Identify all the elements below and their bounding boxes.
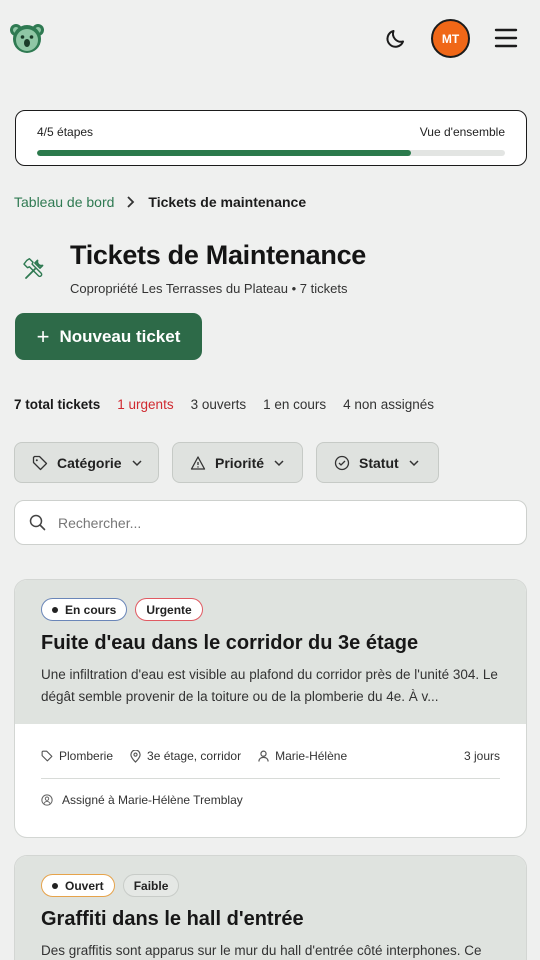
category-filter-button[interactable]: Catégorie	[14, 442, 159, 483]
chevron-right-icon	[127, 196, 135, 208]
overview-link[interactable]: Vue d'ensemble	[420, 125, 505, 139]
user-circle-icon	[41, 794, 53, 806]
avatar[interactable]: MT	[431, 19, 470, 58]
ticket-age: 3 jours	[463, 749, 500, 763]
top-bar: MT	[0, 0, 540, 78]
ticket-card[interactable]: Ouvert Faible Graffiti dans le hall d'en…	[14, 855, 527, 960]
ticket-card-header: Ouvert Faible Graffiti dans le hall d'en…	[15, 856, 526, 960]
ticket-card[interactable]: En cours Urgente Fuite d'eau dans le cor…	[14, 579, 527, 838]
progress-bar	[37, 150, 505, 156]
stat-open: 3 ouverts	[190, 397, 247, 412]
new-ticket-label: Nouveau ticket	[59, 326, 181, 346]
stat-unassigned: 4 non assignés	[343, 397, 434, 412]
stat-urgent: 1 urgents	[117, 397, 174, 412]
page-title: Tickets de Maintenance	[70, 240, 367, 270]
stat-total: 7 total tickets	[14, 397, 101, 412]
new-ticket-button[interactable]: + Nouveau ticket	[15, 313, 202, 360]
status-filter-label: Statut	[359, 454, 399, 471]
tag-icon	[41, 750, 53, 762]
search-icon	[29, 514, 46, 531]
status-filter-button[interactable]: Statut	[316, 442, 439, 483]
ticket-card-body: Plomberie 3e étage, corridor Marie-Hélèn…	[15, 724, 526, 821]
search-bar	[14, 500, 527, 545]
ticket-stats: 7 total tickets 1 urgents 3 ouverts 1 en…	[14, 397, 434, 412]
breadcrumb-dashboard-link[interactable]: Tableau de bord	[14, 194, 114, 210]
ticket-meta: Plomberie 3e étage, corridor Marie-Hélèn…	[41, 746, 500, 766]
priority-badge: Faible	[122, 874, 180, 897]
priority-filter-label: Priorité	[215, 454, 265, 471]
ticket-category: Plomberie	[41, 749, 113, 763]
ticket-location: 3e étage, corridor	[130, 749, 241, 763]
onboarding-progress-card[interactable]: 4/5 étapes Vue d'ensemble	[15, 110, 527, 166]
tools-icon	[23, 257, 44, 279]
ticket-title: Fuite d'eau dans le corridor du 3e étage	[41, 632, 419, 654]
check-circle-icon	[334, 455, 350, 470]
stat-in-progress: 1 en cours	[263, 397, 327, 412]
ticket-card-header: En cours Urgente Fuite d'eau dans le cor…	[15, 580, 526, 724]
chevron-down-icon	[409, 459, 419, 466]
map-pin-icon	[130, 749, 141, 763]
progress-bar-fill	[37, 150, 412, 156]
ticket-description: Une infiltration d'eau est visible au pl…	[41, 667, 498, 704]
hamburger-menu-icon[interactable]	[494, 27, 518, 49]
warning-triangle-icon	[190, 455, 206, 470]
priority-filter-button[interactable]: Priorité	[172, 442, 303, 483]
page-subtitle: Copropriété Les Terrasses du Plateau • 7…	[70, 281, 348, 296]
koala-logo-icon[interactable]	[10, 21, 44, 55]
search-input[interactable]	[58, 514, 498, 531]
ticket-description: Des graffitis sont apparus sur le mur du…	[41, 943, 482, 958]
chevron-down-icon	[132, 459, 142, 466]
plus-icon: +	[36, 323, 50, 349]
tag-icon	[32, 455, 48, 470]
progress-steps-label: 4/5 étapes	[37, 125, 94, 139]
ticket-reporter: Marie-Hélène	[258, 749, 347, 763]
category-filter-label: Catégorie	[57, 454, 122, 471]
status-badge: En cours	[41, 598, 128, 621]
chevron-down-icon	[274, 459, 284, 466]
priority-badge: Urgente	[135, 598, 203, 621]
breadcrumb: Tableau de bord Tickets de maintenance	[14, 194, 306, 210]
user-icon	[258, 750, 269, 762]
ticket-title: Graffiti dans le hall d'entrée	[41, 908, 304, 930]
breadcrumb-current: Tickets de maintenance	[148, 194, 307, 210]
status-badge: Ouvert	[41, 874, 115, 897]
moon-icon[interactable]	[384, 26, 408, 50]
ticket-assignee: Assigné à Marie-Hélène Tremblay	[41, 779, 500, 821]
